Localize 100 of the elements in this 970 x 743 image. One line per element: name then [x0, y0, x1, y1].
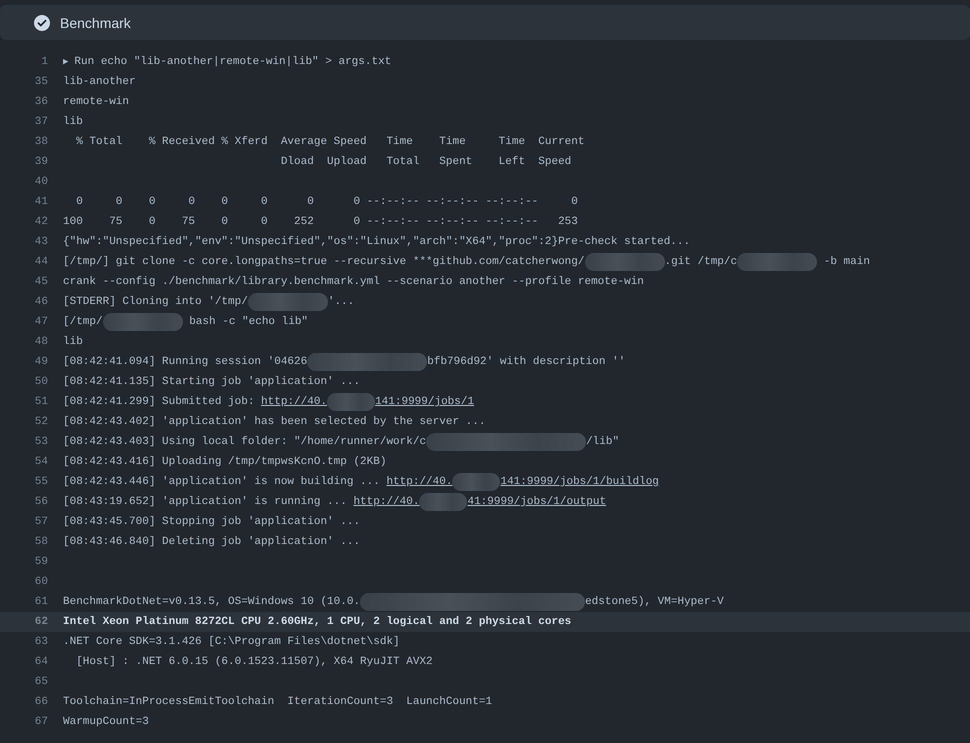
log-line[interactable]: 1 ▶ Run echo "lib-another|remote-win|lib" > args.txt [0, 52, 970, 72]
log-text: [08:42:43.446] 'application' is now building ... [63, 476, 381, 488]
log-text: Toolchain=InProcessEmitToolchain IterationCount=3 LaunchCount=1 [63, 696, 492, 708]
line-number: 60 [34, 576, 48, 588]
log-text: bfb796d92' with description '' [427, 356, 626, 368]
line-number: 45 [34, 276, 48, 288]
log-text: [Host] : .NET 6.0.15 (6.0.1523.11507), X64 RyuJIT AVX2 [75, 656, 433, 668]
line-number: 53 [34, 436, 48, 448]
line-number: 59 [34, 556, 48, 568]
log-text: edstone5), VM=Hyper-V [585, 596, 724, 608]
line-number: 42 [34, 216, 48, 228]
line-number: 54 [34, 456, 48, 468]
log-text: lib-another [63, 76, 136, 88]
line-number: 39 [34, 156, 48, 168]
step-title: Benchmark [60, 14, 131, 30]
log-line[interactable]: 50 [08:42:41.135] Starting job 'application' ... [0, 372, 970, 392]
expand-toggle[interactable]: ▶ [63, 57, 68, 67]
log-text: [/tmp/] git clone -c core.longpaths=true --recursive ***github.com/catcherwong/ [63, 256, 584, 268]
log-text: WarmupCount=3 [63, 716, 149, 728]
log-text: [08:42:41.299] Submitted job: [63, 396, 256, 408]
log-link[interactable]: http://40. [386, 476, 452, 488]
log-line[interactable]: 56 [08:43:19.652] 'application' is running ... http://40. 41:9999/jobs/1/output [0, 492, 970, 512]
log-text: 0 0 0 0 0 0 0 0 --:--:-- --:--:-- --:--:-- 0 [75, 196, 578, 208]
line-number: 49 [34, 356, 48, 368]
log-line[interactable]: 57 [08:43:45.700] Stopping job 'application' ... [0, 512, 970, 532]
log-line[interactable]: 48 lib [0, 332, 970, 352]
log-line[interactable]: 45 crank --config ./benchmark/library.benchmark.yml --scenario another --profile remote-win [0, 272, 970, 292]
log-line[interactable]: 46 [STDERR] Cloning into '/tmp/ '... [0, 292, 970, 312]
log-text: [08:42:41.135] Starting job 'application' ... [63, 376, 360, 388]
log-text: [08:43:45.700] Stopping job 'application' ... [63, 516, 360, 528]
line-number: 40 [34, 176, 48, 188]
log-line[interactable]: 43 {"hw":"Unspecified","env":"Unspecified","os":"Linux","arch":"X64","proc":2}Pre-check started... [0, 232, 970, 252]
log-link[interactable]: http://40. [261, 396, 328, 408]
log-line[interactable]: 63 .NET Core SDK=3.1.426 [C:\Program Files\dotnet\sdk] [0, 632, 970, 652]
line-number: 50 [34, 376, 48, 388]
log-text: lib [63, 336, 83, 348]
log-text: [08:42:43.402] 'application' has been selected by the server ... [63, 416, 486, 428]
log-text: {"hw":"Unspecified","env":"Unspecified","os":"Linux","arch":"X64","proc":2}Pre-check started... [63, 236, 690, 248]
log-text: [STDERR] Cloning into '/tmp/ [63, 296, 248, 308]
line-number: 44 [34, 256, 48, 268]
log-line[interactable]: 51 [08:42:41.299] Submitted job: http://40. 141:9999/jobs/1 [0, 392, 970, 412]
log-line[interactable]: 36 remote-win [0, 92, 970, 112]
log-line[interactable]: 58 [08:43:46.840] Deleting job 'application' ... [0, 532, 970, 552]
log-line[interactable]: 64 [Host] : .NET 6.0.15 (6.0.1523.11507), X64 RyuJIT AVX2 [0, 652, 970, 672]
log-line[interactable]: 39 Dload Upload Total Spent Left Speed [0, 152, 970, 172]
log-text: '... [328, 296, 354, 308]
log-text: 100 75 0 75 0 0 252 0 --:--:-- --:--:-- --:--:-- 253 [63, 216, 578, 228]
log-link[interactable]: http://40. [353, 496, 420, 508]
log-line[interactable]: 40 [0, 172, 970, 192]
line-number: 61 [34, 596, 48, 608]
line-number: 67 [34, 716, 48, 728]
redacted-blur [419, 493, 468, 511]
line-number: 43 [34, 236, 48, 248]
line-number: 47 [34, 316, 48, 328]
line-number: 62 [34, 616, 48, 628]
log-text: BenchmarkDotNet=v0.13.5, OS=Windows 10 (10.0. [63, 596, 360, 608]
check-circle-icon [34, 14, 50, 30]
log-link[interactable]: 41:9999/jobs/1/output [467, 496, 606, 508]
log-line[interactable]: 52 [08:42:43.402] 'application' has been selected by the server ... [0, 412, 970, 432]
line-number: 1 [40, 56, 48, 68]
log-line[interactable]: 44 [/tmp/] git clone -c core.longpaths=true --recursive ***github.com/catcherwong/ .git /tmp/c -b main [0, 252, 970, 272]
line-number: 58 [34, 536, 48, 548]
log-line[interactable]: 37 lib [0, 112, 970, 132]
log-text: [08:43:46.840] Deleting job 'application' ... [63, 536, 360, 548]
log-line[interactable]: 49 [08:42:41.094] Running session '04626 bfb796d92' with description '' [0, 352, 970, 372]
line-number: 63 [34, 636, 48, 648]
log-line[interactable]: 61 BenchmarkDotNet=v0.13.5, OS=Windows 10 (10.0. edstone5), VM=Hyper-V [0, 592, 970, 612]
log-line[interactable]: 59 [0, 552, 970, 572]
log-text: remote-win [63, 96, 130, 108]
redacted-blur [452, 473, 500, 491]
line-number: 57 [34, 516, 48, 528]
step-header[interactable]: Benchmark [0, 5, 970, 40]
line-number: 51 [34, 396, 48, 408]
log-line[interactable]: 66 Toolchain=InProcessEmitToolchain IterationCount=3 LaunchCount=1 [0, 692, 970, 712]
line-number: 55 [34, 476, 48, 488]
log-line[interactable]: 47 [/tmp/ bash -c "echo lib" [0, 312, 970, 332]
log-text: -b main [822, 256, 870, 268]
log-text: .NET Core SDK=3.1.426 [C:\Program Files\dotnet\sdk] [63, 636, 400, 648]
line-number: 46 [34, 296, 48, 308]
log-line[interactable]: 55 [08:42:43.446] 'application' is now building ... http://40. 141:9999/jobs/1/buildlog [0, 472, 970, 492]
log-line[interactable]: 54 [08:42:43.416] Uploading /tmp/tmpwsKcnO.tmp (2KB) [0, 452, 970, 472]
log-line[interactable]: 38 % Total % Received % Xferd Average Speed Time Time Time Current [0, 132, 970, 152]
log-line[interactable]: 67 WarmupCount=3 [0, 712, 970, 732]
log-line[interactable]: 65 [0, 672, 970, 692]
log-text: Run echo "lib-another|remote-win|lib" > args.txt [74, 56, 392, 68]
log-link[interactable]: 141:9999/jobs/1 [375, 396, 474, 408]
log-link[interactable]: 141:9999/jobs/1/buildlog [500, 476, 659, 488]
line-number: 41 [34, 196, 48, 208]
log-line[interactable]: 35 lib-another [0, 72, 970, 92]
line-number: 56 [34, 496, 48, 508]
log-line[interactable]: 53 [08:42:43.403] Using local folder: "/home/runner/work/c /lib" [0, 432, 970, 452]
log-line[interactable]: 60 [0, 572, 970, 592]
log-line[interactable]: 41 0 0 0 0 0 0 0 0 --:--:-- --:--:-- --:--:-- 0 [0, 192, 970, 212]
log-line[interactable]: 42 100 75 0 75 0 0 252 0 --:--:-- --:--:-- --:--:-- 253 [0, 212, 970, 232]
line-number: 36 [34, 96, 48, 108]
redacted-blur [327, 393, 376, 411]
log-text: [08:42:43.403] Using local folder: "/home/runner/work/c [63, 436, 426, 448]
line-number: 37 [34, 116, 48, 128]
log-text: crank --config ./benchmark/library.benchmark.yml --scenario another --profile remote-win [63, 276, 644, 288]
log-text: [/tmp/ [63, 316, 103, 328]
